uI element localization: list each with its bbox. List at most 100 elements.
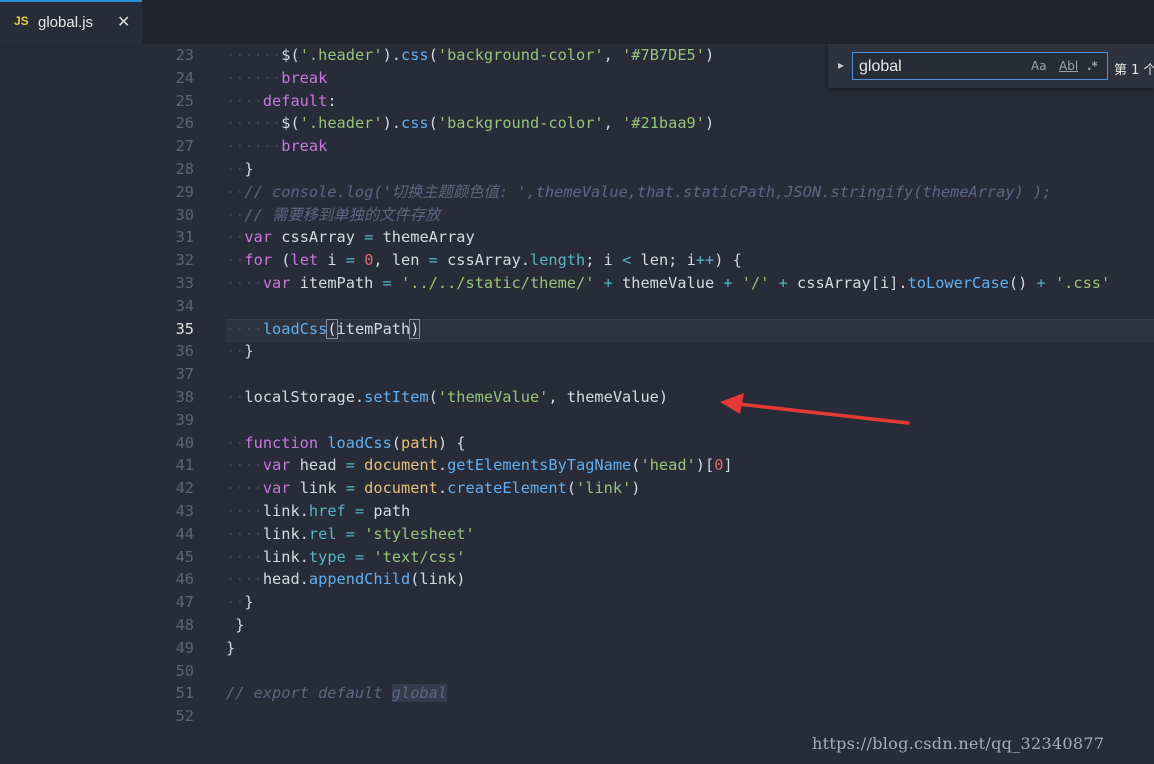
code-line[interactable]: 49} [0,637,1154,660]
code-token: href [308,502,346,520]
find-input[interactable] [859,57,1029,77]
line-number: 29 [175,182,194,201]
line-number: 37 [175,365,194,384]
code-line[interactable]: 32 ··for (let i = 0, len = cssArray.lengt… [0,249,1154,272]
code-line[interactable]: 44 ····link.rel = 'stylesheet' [0,523,1154,546]
code-token: ···· [226,479,263,498]
code-token: function [244,433,319,452]
code-token: ·· [226,251,245,270]
code-text: // export default global [226,682,448,705]
code-token: ++ [695,251,715,270]
code-line[interactable]: 40 ··function loadCss(path) { [0,432,1154,455]
tab-bar: JS global.js ✕ [0,0,1154,44]
code-text: ··localStorage.setItem('themeValue', the… [226,386,668,409]
code-token: // console.log('切换主题颜色值: ',themeValue,th… [244,182,1052,201]
code-token: length [530,251,586,270]
code-line[interactable]: 26 ······$('.header').css('background-col… [0,112,1154,135]
code-line[interactable]: 48 } [0,614,1154,637]
code-line[interactable]: 46 ····head.appendChild(link) [0,568,1154,591]
code-token: cssArray. [437,251,530,270]
chevron-right-icon[interactable]: ▸ [838,58,844,72]
code-line[interactable]: 35 ····loadCss(itemPath) [0,318,1154,341]
code-line[interactable]: 34 [0,295,1154,318]
code-token: '../../static/theme/' [391,274,595,292]
code-text: ····loadCss(itemPath) [226,318,421,341]
line-number: 44 [175,524,194,543]
code-line[interactable]: 31 ··var cssArray = themeArray [0,226,1154,249]
code-line[interactable]: 37 [0,363,1154,386]
code-line[interactable]: 45 ····link.type = 'text/css' [0,546,1154,569]
code-text: } [226,614,244,637]
code-line[interactable]: 50 [0,660,1154,683]
code-line[interactable]: 43 ····link.href = path [0,500,1154,523]
code-token: = [354,502,365,520]
code-line[interactable]: 30 ··// 需要移到单独的文件存放 [0,204,1154,227]
line-number: 35 [175,319,194,338]
code-line[interactable]: 42 ····var link = document.createElement(… [0,477,1154,500]
line-number: 40 [175,433,194,452]
code-text: ····link.rel = 'stylesheet' [226,523,475,546]
code-token: i [318,251,346,270]
js-file-icon: JS [14,14,29,28]
code-line[interactable]: 27 ······break [0,135,1154,158]
close-icon[interactable]: ✕ [117,12,130,31]
code-token: , [603,46,623,64]
code-token: '#21baa9' [622,114,705,133]
code-line[interactable]: 47 ··} [0,591,1154,614]
code-token: $( [281,114,300,133]
code-token: // export default [226,684,392,703]
code-line[interactable]: 28 ··} [0,158,1154,181]
code-token: ···· [226,570,263,589]
code-line[interactable]: 38 ··localStorage.setItem('themeValue', t… [0,386,1154,409]
code-token: ( [566,479,577,498]
tab-global-js[interactable]: JS global.js ✕ [0,0,142,44]
code-token: setItem [364,388,429,406]
code-line[interactable]: 52 [0,705,1154,728]
regex-icon[interactable]: .* [1087,59,1098,73]
code-token: ·· [226,228,245,247]
code-token: } [244,593,254,612]
find-match-count: 第 1 个 [1114,63,1154,78]
code-token: cssArray[i]. [787,274,908,292]
code-token: ···· [226,274,263,292]
code-text: ······$('.header').css('background-color… [226,44,714,67]
code-token: = [382,274,392,292]
code-line[interactable]: 39 [0,409,1154,432]
code-token: (link) [410,570,466,589]
code-token: ······ [226,46,282,64]
code-token: } [244,342,254,361]
line-number: 38 [175,388,194,406]
line-number: 52 [175,707,194,726]
code-token: link. [262,502,309,520]
line-number: 41 [175,456,194,475]
code-editor[interactable]: 23 ······$('.header').css('background-col… [0,44,1154,764]
code-line[interactable]: 33 ····var itemPath = '../../static/theme… [0,272,1154,295]
code-line[interactable]: 36 ··} [0,340,1154,363]
code-token: . [437,479,448,498]
code-line[interactable]: 29 ··// console.log('切换主题颜色值: ',themeValu… [0,181,1154,204]
code-token: ······ [226,68,282,87]
code-token: ···· [226,524,263,543]
code-token: } [244,160,254,178]
code-token: 'text/css' [364,547,466,566]
code-token: ( [631,456,641,475]
code-token: , [603,114,623,133]
code-token: + [1036,274,1046,292]
code-token: () [1008,274,1037,292]
code-token: 'stylesheet' [354,524,475,543]
code-token: 'background-color' [437,46,604,64]
code-token: ···· [226,502,263,520]
code-line[interactable]: 51 // export default global [0,682,1154,705]
code-token: + [594,274,613,292]
code-line[interactable]: 25 ····default: [0,90,1154,113]
code-token: createElement [447,479,567,498]
code-line[interactable]: 41 ····var head = document.getElementsByT… [0,454,1154,477]
code-token: = [345,251,355,270]
code-token: ( [391,433,402,452]
match-whole-word-icon[interactable]: Abl [1059,59,1078,73]
code-token: ; i [585,251,623,270]
code-text: ··for (let i = 0, len = cssArray.length;… [226,249,742,272]
code-token: ( [428,46,438,64]
match-case-icon[interactable]: Aa [1031,59,1047,73]
